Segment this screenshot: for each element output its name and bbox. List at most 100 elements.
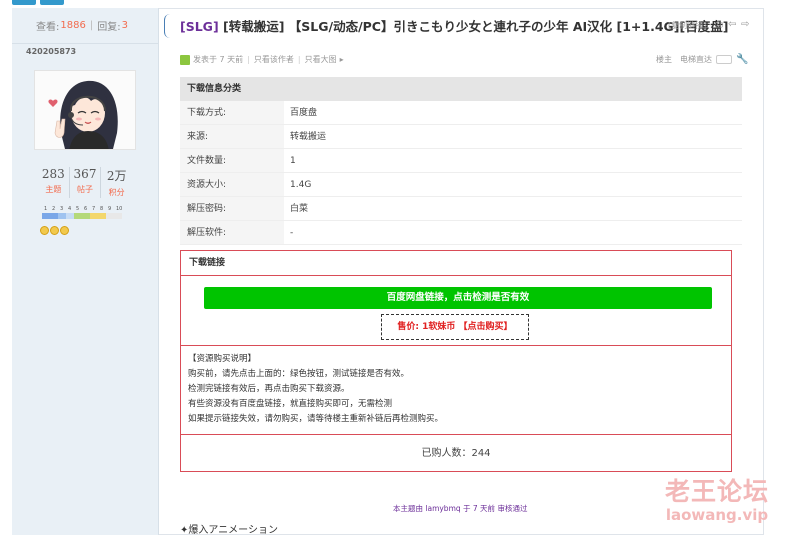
copy-link-button[interactable]: [复制链接] — [668, 20, 706, 31]
info-key: 资源大小: — [180, 173, 284, 196]
stat-value: 283 — [41, 167, 65, 181]
online-status-icon — [180, 54, 190, 65]
level-number: 3 — [60, 206, 64, 212]
desc-line: 如果提示链接失效，请勿购买，请等待楼主重新补链后再检测购买。 — [188, 414, 444, 424]
stat-label: 主题 — [45, 185, 62, 194]
floor-jump-input[interactable] — [716, 55, 732, 64]
level-segment: 5 — [74, 206, 82, 219]
info-row: 文件数量: 1 — [180, 149, 742, 173]
level-number: 6 — [84, 206, 88, 212]
info-value: 1 — [290, 156, 296, 166]
site-watermark: 老王论坛 laowang.vip — [662, 472, 772, 524]
level-color — [66, 213, 74, 219]
user-stat-points[interactable]: 2万 积分 — [101, 167, 132, 198]
prev-thread-icon[interactable]: ⇦ — [728, 19, 736, 30]
purchase-description: 【资源购买说明】 购买前，请先点击上面的：绿色按钮，测试链接是否有效。 检测完链… — [188, 352, 718, 427]
replies-label: 回复: — [97, 22, 121, 33]
stats-separator: | — [89, 20, 94, 31]
info-key: 解压软件: — [180, 221, 284, 244]
thread-title-text: [转载搬运] 【SLG/动态/PC】引きこもり少女と連れ子の少年 AI汉化 [1… — [218, 19, 729, 34]
desc-line: 有些资源没有百度盘链接，就直接购买即可，无需检测 — [188, 399, 393, 409]
stat-value: 2万 — [106, 169, 127, 183]
approval-note: 本主题由 lamybmq 于 7 天前 审核通过 — [393, 504, 528, 513]
level-segment: 10 — [114, 206, 123, 219]
level-segment: 1 — [42, 206, 50, 219]
download-box: 下载链接 百度网盘链接，点击检测是否有效 售价: 1软妹币 【点击购买】 【资源… — [180, 250, 732, 472]
download-title: 下载链接 — [181, 251, 731, 276]
level-color — [74, 213, 82, 219]
level-color — [98, 213, 106, 219]
info-key: 来源: — [180, 125, 284, 148]
level-color — [82, 213, 90, 219]
level-segment: 7 — [90, 206, 98, 219]
check-link-button[interactable]: 百度网盘链接，点击检测是否有效 — [204, 287, 712, 309]
only-author-link[interactable]: 只看该作者 — [254, 54, 294, 65]
info-value: 1.4G — [290, 180, 312, 190]
level-number: 9 — [108, 206, 112, 212]
info-row: 资源大小: 1.4G — [180, 173, 742, 197]
thread-type-link[interactable]: [SLG] — [180, 19, 219, 34]
top-tabs — [0, 0, 800, 5]
wrench-icon[interactable]: 🔧 — [736, 54, 748, 65]
only-image-link[interactable]: 只看大图 — [305, 54, 337, 65]
level-number: 1 — [44, 206, 48, 212]
medal-icon[interactable] — [40, 226, 49, 235]
level-color — [114, 213, 122, 219]
avatar[interactable] — [34, 70, 136, 150]
info-row: 解压软件: - — [180, 221, 742, 245]
info-row: 解压密码: 白菜 — [180, 197, 742, 221]
medals — [40, 226, 69, 235]
watermark-url: laowang.vip — [665, 506, 769, 524]
info-value: 百度盘 — [290, 108, 318, 118]
info-table-header: 下载信息分类 — [180, 77, 742, 101]
info-key: 下载方式: — [180, 101, 284, 124]
info-value: 转载搬运 — [290, 132, 327, 142]
title-brace-decoration — [164, 14, 170, 38]
level-number: 10 — [116, 206, 123, 212]
info-key: 解压密码: — [180, 197, 284, 220]
meta-separator: | — [247, 55, 250, 64]
medal-icon[interactable] — [50, 226, 59, 235]
views-count: 1886 — [60, 20, 86, 31]
desc-line: 购买前，请先点击上面的：绿色按钮，测试链接是否有效。 — [188, 369, 410, 379]
info-row: 来源: 转载搬运 — [180, 125, 742, 149]
floor-jump-label: 电梯直达 — [680, 55, 712, 64]
level-segment: 6 — [82, 206, 90, 219]
level-number: 8 — [100, 206, 104, 212]
thread-title: [SLG] [转载搬运] 【SLG/动态/PC】引きこもり少女と連れ子の少年 A… — [180, 16, 728, 35]
info-value: - — [290, 228, 294, 238]
floor-label: 楼主 — [656, 55, 672, 64]
user-stat-posts[interactable]: 367 帖子 — [70, 167, 102, 198]
print-icon[interactable]: ⎙ — [715, 19, 723, 30]
divider — [181, 345, 731, 346]
level-segment: 8 — [98, 206, 106, 219]
info-key: 文件数量: — [180, 149, 284, 172]
buy-button[interactable]: 售价: 1软妹币 【点击购买】 — [381, 314, 529, 340]
stat-label: 帖子 — [77, 185, 93, 194]
meta-separator: | — [297, 55, 301, 64]
level-number: 4 — [68, 206, 72, 212]
caret-right-icon: ▸ — [339, 55, 344, 64]
top-tab-2[interactable] — [40, 0, 64, 5]
stat-value: 367 — [73, 167, 97, 181]
post-meta: 发表于 7 天前 | 只看该作者 | 只看大图 ▸ — [180, 54, 344, 65]
next-thread-icon[interactable]: ⇨ — [741, 19, 749, 30]
post-nav: 楼主 电梯直达 🔧 — [656, 54, 748, 65]
stat-label: 积分 — [108, 188, 125, 197]
user-stats: 283 主题 367 帖子 2万 积分 — [38, 167, 132, 198]
level-color — [50, 213, 58, 219]
top-tab-1[interactable] — [12, 0, 36, 5]
level-segment: 3 — [58, 206, 66, 219]
medal-icon[interactable] — [60, 226, 69, 235]
post-content-preview: ✦爆入アニメーション — [180, 525, 278, 535]
desc-line: 检测完链接有效后，再点击购买下载资源。 — [188, 384, 350, 394]
purchase-count: 已购人数：244 — [421, 448, 491, 459]
watermark-text: 老王论坛 — [664, 477, 769, 506]
level-color — [106, 213, 114, 219]
level-segment: 2 — [50, 206, 58, 219]
author-name[interactable]: 420205873 — [26, 47, 76, 56]
desc-line: 【资源购买说明】 — [188, 354, 257, 364]
info-row: 下载方式: 百度盘 — [180, 101, 742, 125]
user-stat-threads[interactable]: 283 主题 — [38, 167, 70, 198]
info-value: 白菜 — [290, 204, 309, 214]
